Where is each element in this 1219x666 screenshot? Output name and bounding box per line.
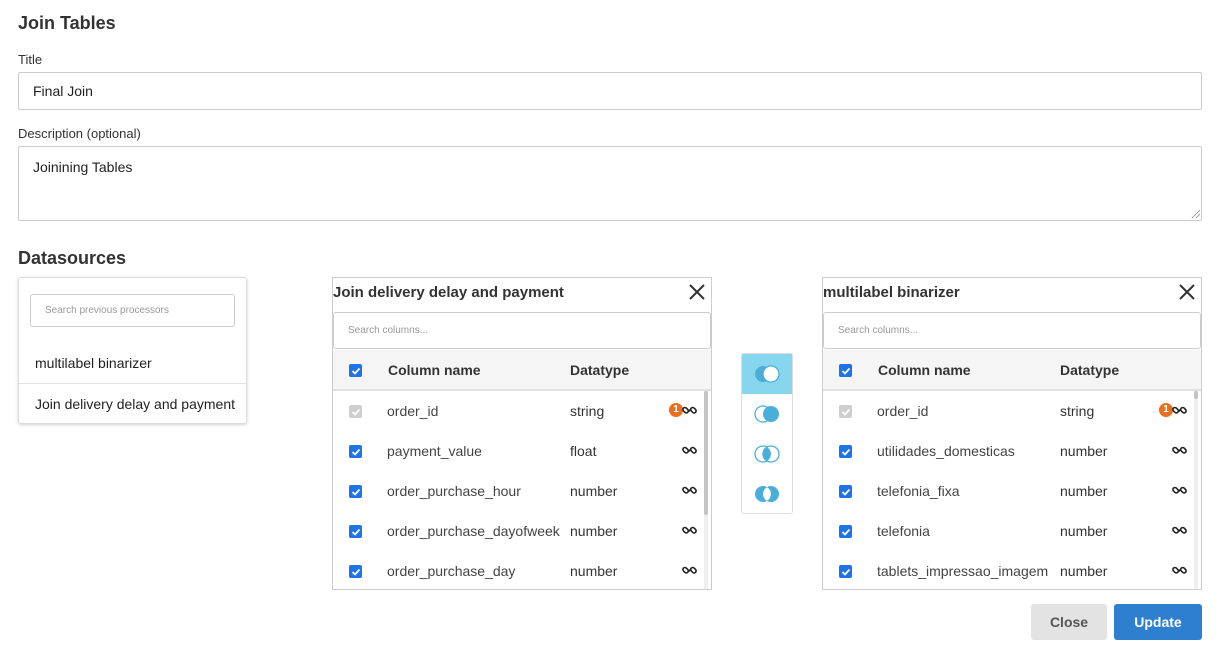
table-row: payment_value float <box>333 431 705 471</box>
column-name-header: Column name <box>878 362 971 378</box>
title-input[interactable]: Final Join <box>18 72 1202 110</box>
column-checkbox[interactable] <box>349 565 362 578</box>
table-row: order_purchase_day number <box>333 551 705 589</box>
join-type-selector <box>741 353 793 514</box>
column-checkbox <box>839 405 852 418</box>
link-icon[interactable] <box>681 402 698 419</box>
outer-join-option[interactable] <box>742 474 792 514</box>
column-search-input[interactable]: Search columns... <box>823 312 1201 349</box>
column-datatype: string <box>1060 403 1095 419</box>
close-button[interactable]: Close <box>1031 604 1107 640</box>
column-datatype: string <box>570 403 605 419</box>
datasource-item-join-delivery[interactable]: Join delivery delay and payment <box>19 383 246 423</box>
close-icon[interactable] <box>687 282 707 302</box>
table-row: telefonia_fixa number <box>823 471 1195 511</box>
processor-search-input[interactable]: Search previous processors <box>30 294 235 327</box>
datasources-heading: Datasources <box>18 248 127 268</box>
update-button[interactable]: Update <box>1114 604 1202 640</box>
table-row: utilidades_domesticas number <box>823 431 1195 471</box>
column-datatype: number <box>1060 443 1108 459</box>
link-icon[interactable] <box>1171 522 1188 539</box>
inner-join-option[interactable] <box>742 434 792 474</box>
column-datatype: number <box>1060 523 1108 539</box>
close-icon[interactable] <box>1177 282 1197 302</box>
panel-title: multilabel binarizer <box>823 284 960 301</box>
column-checkbox[interactable] <box>349 525 362 538</box>
link-icon[interactable] <box>1171 402 1188 419</box>
table-row: order_purchase_hour number <box>333 471 705 511</box>
left-join-icon <box>755 365 780 383</box>
link-icon[interactable] <box>1171 482 1188 499</box>
left-join-option[interactable] <box>742 354 792 394</box>
link-icon[interactable] <box>681 442 698 459</box>
link-icon[interactable] <box>681 522 698 539</box>
column-checkbox[interactable] <box>349 485 362 498</box>
column-search-input[interactable]: Search columns... <box>333 312 711 349</box>
column-checkbox[interactable] <box>839 525 852 538</box>
page-title: Join Tables <box>18 13 116 33</box>
right-join-option[interactable] <box>742 394 792 434</box>
table-row: telefonia number <box>823 511 1195 551</box>
panel-title: Join delivery delay and payment <box>333 284 564 301</box>
column-checkbox[interactable] <box>839 445 852 458</box>
column-checkbox[interactable] <box>349 445 362 458</box>
column-name: utilidades_domesticas <box>877 443 1015 459</box>
table-header: Column name Datatype <box>333 350 711 391</box>
table-header: Column name Datatype <box>823 350 1201 391</box>
outer-join-icon <box>755 486 779 502</box>
description-textarea[interactable]: Joinining Tables <box>18 146 1202 221</box>
datatype-header: Datatype <box>1060 362 1120 378</box>
select-all-checkbox[interactable] <box>839 364 852 377</box>
column-datatype: float <box>570 443 597 459</box>
column-name: order_purchase_dayofweek <box>387 523 560 539</box>
column-datatype: number <box>1060 563 1108 579</box>
column-name: telefonia_fixa <box>877 483 960 499</box>
column-name: order_purchase_day <box>387 563 516 579</box>
select-all-checkbox[interactable] <box>349 364 362 377</box>
column-datatype: number <box>570 483 618 499</box>
right-join-icon <box>754 405 779 423</box>
column-name: payment_value <box>387 443 482 459</box>
column-datatype: number <box>570 563 618 579</box>
column-checkbox[interactable] <box>839 565 852 578</box>
table-row: order_id string 1 <box>333 391 705 431</box>
datasource-list: Search previous processors multilabel bi… <box>18 277 247 424</box>
table-row: tablets_impressao_imagem number <box>823 551 1195 589</box>
table-row: order_id string 1 <box>823 391 1195 431</box>
column-datatype: number <box>1060 483 1108 499</box>
left-table-panel: Join delivery delay and payment Search c… <box>332 277 712 590</box>
link-icon[interactable] <box>681 482 698 499</box>
column-datatype: number <box>570 523 618 539</box>
column-name: tablets_impressao_imagem <box>877 563 1049 579</box>
column-name: telefonia <box>877 523 930 539</box>
column-checkbox[interactable] <box>839 485 852 498</box>
datasource-item-multilabel-binarizer[interactable]: multilabel binarizer <box>19 343 246 383</box>
column-name-header: Column name <box>388 362 481 378</box>
right-table-panel: multilabel binarizer Search columns... C… <box>822 277 1202 590</box>
inner-join-icon <box>754 445 780 463</box>
column-name: order_purchase_hour <box>387 483 521 499</box>
description-label: Description (optional) <box>18 126 141 141</box>
column-name: order_id <box>387 403 439 419</box>
link-icon[interactable] <box>1171 442 1188 459</box>
link-icon[interactable] <box>681 562 698 579</box>
title-label: Title <box>18 52 43 67</box>
link-icon[interactable] <box>1171 562 1188 579</box>
column-checkbox <box>349 405 362 418</box>
datatype-header: Datatype <box>570 362 630 378</box>
table-row: order_purchase_dayofweek number <box>333 511 705 551</box>
column-name: order_id <box>877 403 929 419</box>
textarea-resize-handle[interactable] <box>1190 208 1200 218</box>
